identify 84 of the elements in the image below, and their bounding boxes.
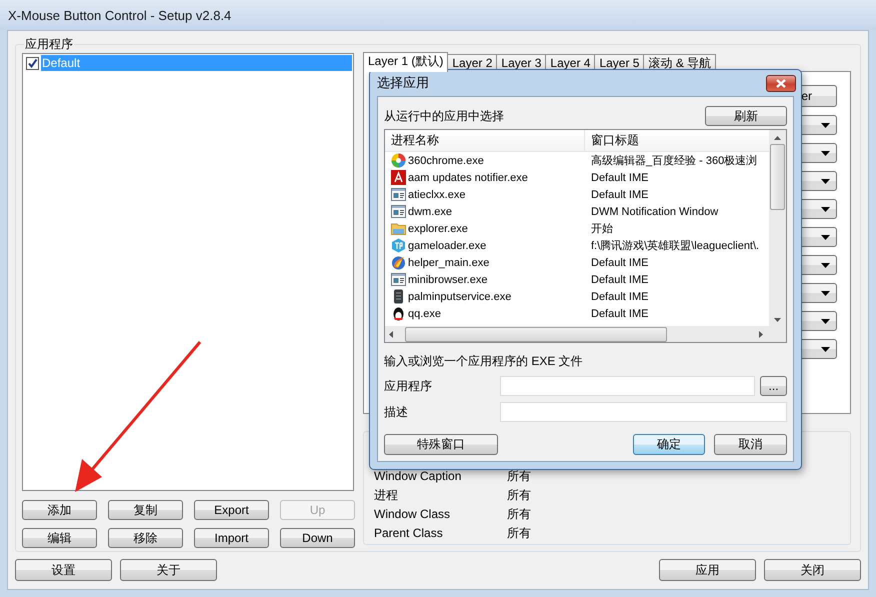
action-button[interactable]: 移除 [108,528,183,548]
action-button[interactable]: 编辑 [22,528,97,548]
caret-icon [821,234,830,240]
left-arrow-icon[interactable] [389,330,393,338]
checkbox[interactable] [26,56,39,70]
filter-label: Parent Class [374,526,444,540]
process-name[interactable]: palminputservice.exe [408,290,512,302]
field-label: 描述 [384,404,409,420]
caret-icon [821,178,830,184]
process-name[interactable]: aam updates notifier.exe [408,172,528,184]
footer-button[interactable]: 设置 [15,559,112,581]
right-arrow-icon[interactable] [759,330,763,338]
window-caption[interactable]: 高级编辑器_百度经验 - 360极速浏 [591,153,758,168]
filter-value: 所有 [507,524,531,542]
action-button[interactable]: Export [194,500,269,520]
vertical-scrollbar[interactable] [769,130,786,342]
up-arrow-icon[interactable] [774,136,781,140]
caret-icon [821,290,830,296]
action-button[interactable]: Down [280,528,355,548]
filter-value: 所有 [507,506,531,522]
process-name[interactable]: qq.exe [408,308,442,320]
window-icon [391,272,406,287]
column-header[interactable]: 进程名称 [385,130,585,151]
flame-icon [391,255,406,270]
filter-value: 所有 [507,486,531,504]
refresh-button[interactable]: 刷新 [705,106,787,126]
caret-icon [821,122,830,128]
action-button[interactable]: Import [194,528,269,548]
window-caption[interactable]: Default IME [591,172,648,184]
process-name[interactable]: gameloader.exe [408,240,486,252]
dialog-title: 选择应用 [377,74,429,92]
device-icon [391,289,406,304]
group-label: 应用程序 [24,36,74,53]
down-arrow-icon[interactable] [774,318,781,322]
process-name[interactable]: 360chrome.exe [408,154,484,166]
dialog-button[interactable]: 特殊窗口 [384,434,498,455]
process-name[interactable]: explorer.exe [408,222,468,234]
ball-icon [391,153,406,168]
dialog-button[interactable]: 确定 [633,434,705,455]
caret-icon [821,150,830,156]
folder-icon [391,221,406,236]
window-caption[interactable]: Default IME [591,274,648,286]
footer-button[interactable]: 应用 [659,559,756,581]
browse-button[interactable]: ... [760,376,787,396]
window-caption[interactable]: Default IME [591,188,648,200]
window-title: X-Mouse Button Control - Setup v2.8.4 [8,8,232,22]
application-field[interactable] [500,376,756,396]
section-label: 输入或浏览一个应用程序的 EXE 文件 [384,353,584,370]
filter-label: 进程 [374,486,399,504]
description-field[interactable] [500,402,787,422]
horizontal-scrollbar[interactable] [385,326,769,342]
bird-icon [391,306,406,321]
footer-button[interactable]: 关闭 [764,559,861,581]
app-icon [391,170,406,185]
process-name[interactable]: helper_main.exe [408,256,490,268]
caret-icon [821,262,830,268]
action-button[interactable]: 复制 [108,500,183,520]
window-caption[interactable]: 开始 [591,221,613,236]
window-icon [391,204,406,219]
window-icon [391,187,406,202]
window-caption[interactable]: Default IME [591,256,648,268]
badge-icon [391,238,406,253]
window-caption[interactable]: Default IME [591,290,648,302]
section-label: 从运行中的应用中选择 [384,108,504,124]
close-button[interactable] [766,74,796,92]
caret-icon [821,346,830,352]
window-caption[interactable]: DWM Notification Window [591,206,718,218]
footer-button[interactable]: 关于 [120,559,217,581]
window-caption[interactable]: f:\腾讯游戏\英雄联盟\leagueclient\. [591,238,760,253]
process-name[interactable]: dwm.exe [408,206,452,218]
filter-value: 所有 [507,468,531,484]
caret-icon [821,206,830,212]
field-label: 应用程序 [384,378,433,394]
action-button[interactable]: 添加 [22,500,97,520]
filter-label: Window Class [374,507,452,521]
close-icon [775,78,787,88]
column-header[interactable]: 窗口标题 [585,130,769,151]
window-caption[interactable]: Default IME [591,308,648,320]
caret-icon [821,318,830,324]
filter-label: Window Caption [374,469,462,483]
dialog-button[interactable]: 取消 [714,434,787,455]
tab[interactable]: Layer 1 (默认) [363,52,448,72]
process-name[interactable]: minibrowser.exe [408,274,488,286]
process-name[interactable]: atieclxx.exe [408,188,466,200]
